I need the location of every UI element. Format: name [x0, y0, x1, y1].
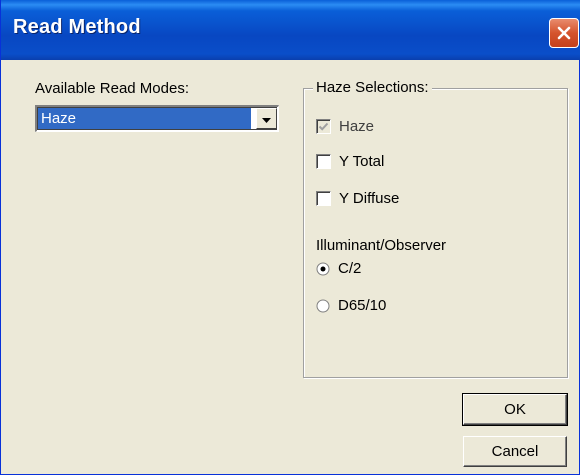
ok-button[interactable]: OK: [462, 393, 568, 426]
close-button[interactable]: [549, 18, 579, 48]
cancel-button[interactable]: Cancel: [463, 436, 567, 467]
d65-10-radio-button[interactable]: [316, 299, 330, 313]
haze-checkbox-row: Haze: [316, 118, 374, 135]
y-diffuse-checkbox[interactable]: [316, 191, 331, 206]
chevron-down-icon: [262, 110, 271, 128]
read-mode-selected-value: Haze: [38, 108, 251, 129]
checkmark-icon: [318, 122, 329, 131]
title-bar[interactable]: Read Method: [1, 0, 580, 60]
close-icon: [555, 24, 573, 42]
y-diffuse-checkbox-label[interactable]: Y Diffuse: [339, 190, 399, 207]
y-total-checkbox-row[interactable]: Y Total: [316, 153, 384, 170]
y-diffuse-checkbox-row[interactable]: Y Diffuse: [316, 190, 399, 207]
read-mode-dropdown[interactable]: Haze: [35, 105, 279, 132]
haze-checkbox: [316, 119, 331, 134]
illuminant-observer-label: Illuminant/Observer: [316, 237, 447, 254]
window-title: Read Method: [13, 16, 141, 38]
dropdown-arrow-button[interactable]: [256, 108, 277, 129]
read-method-dialog: Read Method Available Read Modes: Haze H…: [0, 0, 580, 475]
y-total-checkbox[interactable]: [316, 154, 331, 169]
c2-radio-button[interactable]: [316, 262, 330, 276]
y-total-checkbox-label[interactable]: Y Total: [339, 153, 384, 170]
haze-selections-legend: Haze Selections:: [313, 79, 432, 96]
c2-radio-label[interactable]: C/2: [338, 260, 361, 277]
d65-10-radio-row[interactable]: D65/10: [316, 297, 386, 314]
c2-radio-row[interactable]: C/2: [316, 260, 361, 277]
d65-10-radio-label[interactable]: D65/10: [338, 297, 386, 314]
haze-checkbox-label: Haze: [339, 118, 375, 135]
read-modes-label: Available Read Modes:: [35, 80, 189, 97]
